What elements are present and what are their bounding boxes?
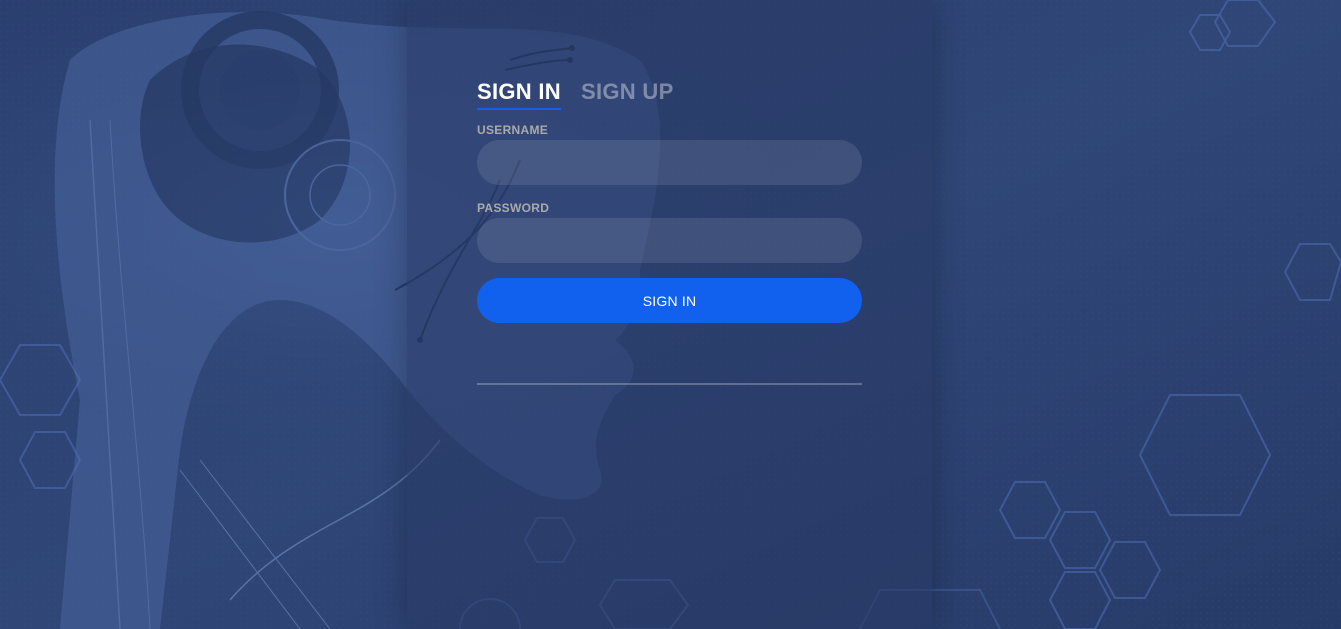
- password-field[interactable]: [477, 218, 862, 263]
- divider: [477, 383, 862, 385]
- login-form: SIGN IN SIGN UP USERNAME PASSWORD SIGN I…: [477, 78, 862, 385]
- login-panel: SIGN IN SIGN UP USERNAME PASSWORD SIGN I…: [407, 0, 932, 629]
- tab-sign-in[interactable]: SIGN IN: [477, 78, 561, 110]
- username-label: USERNAME: [477, 123, 549, 137]
- tab-sign-up[interactable]: SIGN UP: [581, 78, 674, 110]
- sign-in-button[interactable]: SIGN IN: [477, 278, 862, 323]
- auth-tabs: SIGN IN SIGN UP: [477, 78, 862, 111]
- username-field[interactable]: [477, 140, 862, 185]
- password-label: PASSWORD: [477, 201, 550, 215]
